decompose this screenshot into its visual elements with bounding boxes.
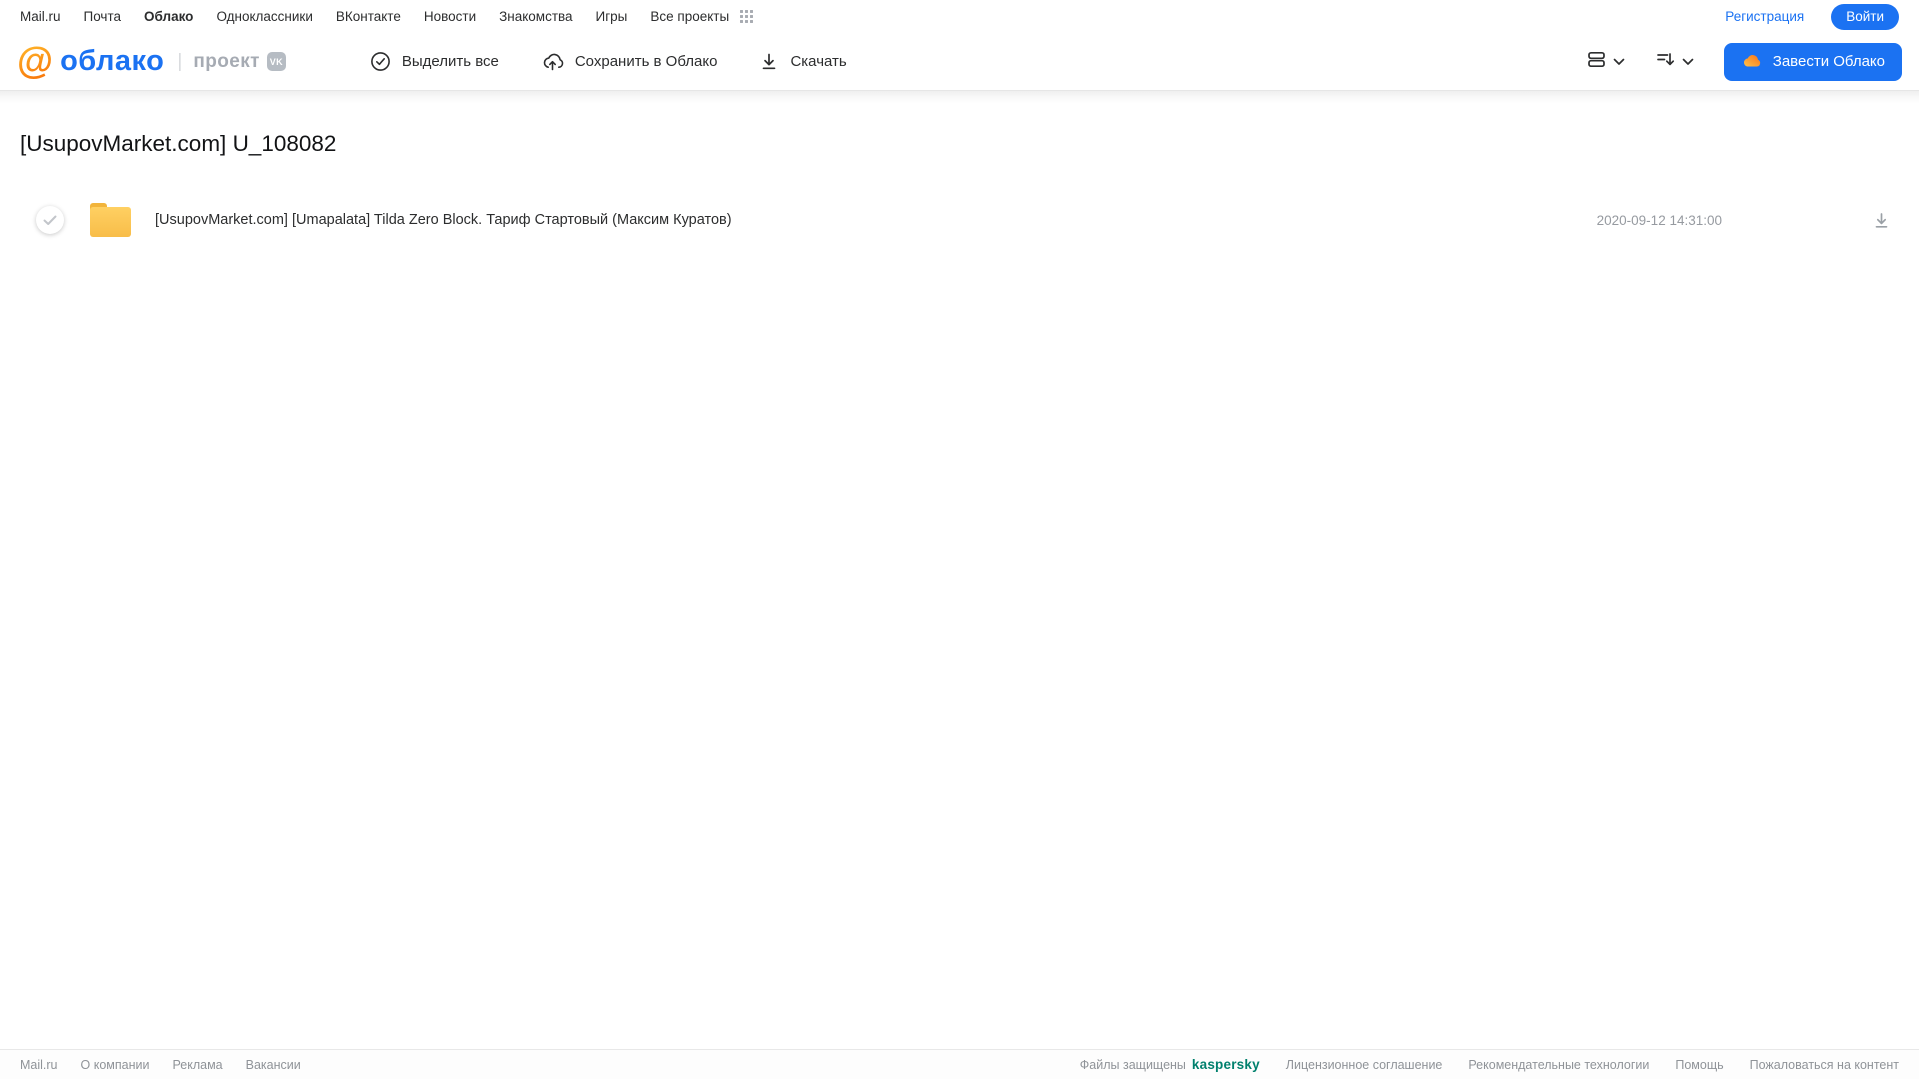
portal-link-odnoklassniki[interactable]: Одноклассники <box>216 9 312 24</box>
registration-link[interactable]: Регистрация <box>1725 9 1804 24</box>
footer-link-about[interactable]: О компании <box>81 1058 150 1072</box>
create-cloud-button[interactable]: Завести Облако <box>1723 42 1902 81</box>
footer: Mail.ru О компании Реклама Вакансии Файл… <box>0 1049 1919 1079</box>
logo-wordmark: облако <box>60 45 165 77</box>
login-button[interactable]: Войти <box>1831 3 1899 30</box>
header: @ облако | проект VK Выделить все Сохран… <box>0 33 1919 90</box>
portal-link-games[interactable]: Игры <box>596 9 628 24</box>
download-icon <box>759 51 779 72</box>
save-to-cloud-button[interactable]: Сохранить в Облако <box>541 51 718 72</box>
row-checkbox[interactable] <box>36 206 64 234</box>
cloud-orange-icon <box>1741 51 1763 72</box>
mailru-at-icon: @ <box>17 40 54 81</box>
portal-link-vkontakte[interactable]: ВКонтакте <box>336 9 401 24</box>
footer-link-report[interactable]: Пожаловаться на контент <box>1750 1058 1899 1072</box>
folder-icon[interactable] <box>90 203 131 237</box>
chevron-down-icon <box>1613 53 1625 71</box>
files-protected-label: Файлы защищены <box>1079 1058 1186 1072</box>
portal-link-news[interactable]: Новости <box>424 9 476 24</box>
kaspersky-logo[interactable]: kaspersky <box>1192 1057 1260 1072</box>
save-to-cloud-label: Сохранить в Облако <box>574 53 718 70</box>
header-shadow <box>0 90 1919 104</box>
sort-dropdown[interactable] <box>1655 49 1694 75</box>
footer-link-recommendations[interactable]: Рекомендательные технологии <box>1468 1058 1649 1072</box>
portal-link-mailru[interactable]: Mail.ru <box>20 9 61 24</box>
main-content: [UsupovMarket.com] U_108082 [UsupovMarke… <box>0 130 1919 244</box>
portal-link-mail[interactable]: Почта <box>84 9 122 24</box>
select-all-button[interactable]: Выделить все <box>370 51 499 72</box>
file-date: 2020-09-12 14:31:00 <box>1596 212 1722 228</box>
apps-grid-icon[interactable] <box>740 10 754 23</box>
footer-link-mailru[interactable]: Mail.ru <box>20 1058 58 1072</box>
list-view-icon <box>1586 49 1607 75</box>
vk-icon: VK <box>266 52 286 71</box>
sort-icon <box>1655 49 1676 75</box>
chevron-down-icon <box>1682 53 1694 71</box>
portal-link-cloud[interactable]: Облако <box>144 9 193 24</box>
project-label: проект <box>193 50 260 72</box>
portal-link-dating[interactable]: Знакомства <box>499 9 572 24</box>
view-controls <box>1586 49 1694 75</box>
download-button[interactable]: Скачать <box>759 51 847 72</box>
file-name[interactable]: [UsupovMarket.com] [Umapalata] Tilda Zer… <box>155 212 732 228</box>
check-icon <box>43 215 57 225</box>
footer-link-jobs[interactable]: Вакансии <box>246 1058 301 1072</box>
footer-link-ads[interactable]: Реклама <box>172 1058 222 1072</box>
check-circle-icon <box>370 51 391 72</box>
footer-link-help[interactable]: Помощь <box>1675 1058 1723 1072</box>
cloud-logo[interactable]: @ облако | проект VK <box>17 40 286 81</box>
select-all-label: Выделить все <box>401 53 499 70</box>
footer-link-license[interactable]: Лицензионное соглашение <box>1286 1058 1443 1072</box>
view-mode-dropdown[interactable] <box>1586 49 1625 75</box>
create-cloud-label: Завести Облако <box>1772 53 1885 70</box>
toolbar: Выделить все Сохранить в Облако Скачать <box>370 51 847 72</box>
file-row[interactable]: [UsupovMarket.com] [Umapalata] Tilda Zer… <box>20 196 1899 244</box>
page-title: [UsupovMarket.com] U_108082 <box>20 131 337 156</box>
row-download-icon[interactable] <box>1872 211 1891 230</box>
download-label: Скачать <box>790 53 847 70</box>
cloud-upload-icon <box>541 51 564 72</box>
portal-nav: Mail.ru Почта Облако Одноклассники ВКонт… <box>0 0 1919 33</box>
portal-link-all-projects[interactable]: Все проекты <box>650 9 729 24</box>
logo-divider: | <box>177 50 183 72</box>
